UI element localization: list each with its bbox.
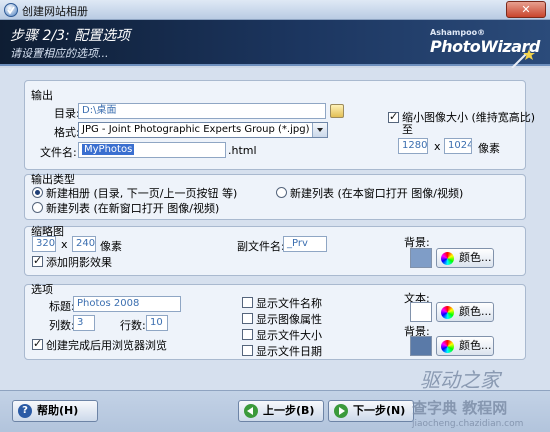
shadow-label: 添加阴影效果 bbox=[46, 256, 112, 269]
show-image-props-label: 显示图像属性 bbox=[256, 313, 322, 326]
radio-new-album[interactable] bbox=[32, 187, 43, 198]
show-image-props-checkbox[interactable] bbox=[242, 313, 253, 324]
shrink-height-input[interactable]: 1024 bbox=[444, 138, 472, 154]
radio-new-album-label: 新建相册 (目录, 下一页/上一页按钮 等) bbox=[46, 187, 238, 200]
thumb-unit-label: 像素 bbox=[100, 240, 122, 253]
options-background-color-button-label: 颜色... bbox=[459, 339, 492, 352]
chevron-down-icon bbox=[312, 123, 327, 137]
options-background-color-button[interactable]: 颜色... bbox=[436, 336, 494, 356]
show-filesize-label: 显示文件大小 bbox=[256, 329, 322, 342]
format-selected-value: JPG - Joint Photographic Experts Group (… bbox=[82, 124, 310, 135]
shrink-image-label: 缩小图像大小 (维持宽高比) bbox=[402, 111, 536, 124]
shrink-width-input[interactable]: 1280 bbox=[398, 138, 428, 154]
suffix-input[interactable]: _Prv bbox=[283, 236, 327, 252]
show-filedate-checkbox[interactable] bbox=[242, 345, 253, 356]
window-title: 创建网站相册 bbox=[22, 5, 88, 18]
wizard-body: 输出 目录: D:\桌面 格式: JPG - Joint Photographi… bbox=[0, 68, 550, 392]
options-background-swatch bbox=[410, 336, 432, 356]
open-browser-checkbox[interactable] bbox=[32, 337, 43, 350]
show-filedate-label: 显示文件日期 bbox=[256, 345, 322, 358]
next-button[interactable]: 下一步(N) bbox=[328, 400, 414, 422]
help-button[interactable]: ? 帮助(H) bbox=[12, 400, 98, 422]
color-wheel-icon bbox=[441, 306, 454, 319]
rows-input[interactable]: 10 bbox=[146, 315, 168, 331]
output-section-label: 输出 bbox=[31, 89, 53, 102]
shrink-times-sign: x bbox=[434, 140, 441, 153]
shadow-checkbox[interactable] bbox=[32, 254, 43, 267]
open-browser-label: 创建完成后用浏览器浏览 bbox=[46, 339, 167, 352]
color-wheel-icon bbox=[441, 340, 454, 353]
watermark-url: jiaocheng.chazidian.com bbox=[412, 419, 524, 429]
filename-label: 文件名: bbox=[40, 146, 77, 159]
show-filesize-checkbox[interactable] bbox=[242, 329, 253, 340]
watermark-site-name: 驱动之家 bbox=[420, 368, 500, 392]
brand-company: Ashampoo® bbox=[430, 28, 486, 37]
show-filename-label: 显示文件名称 bbox=[256, 297, 322, 310]
directory-input[interactable]: D:\桌面 bbox=[78, 103, 326, 119]
help-icon: ? bbox=[18, 404, 32, 418]
watermark-brand: 查字典 教程网 bbox=[412, 399, 508, 417]
filename-extension: .html bbox=[228, 144, 257, 157]
radio-list-new-window[interactable] bbox=[32, 202, 43, 213]
shrink-unit-label: 像素 bbox=[478, 142, 500, 155]
thumb-height-input[interactable]: 240 bbox=[72, 236, 96, 252]
album-title-input[interactable]: Photos 2008 bbox=[73, 296, 181, 312]
filename-input[interactable]: MyPhotos bbox=[78, 142, 226, 158]
title-label: 标题: bbox=[49, 300, 75, 313]
rows-label: 行数: bbox=[120, 319, 146, 332]
next-button-label: 下一步(N) bbox=[353, 404, 406, 417]
next-arrow-icon bbox=[334, 404, 348, 418]
suffix-label: 副文件名: bbox=[237, 240, 285, 253]
radio-list-same-window-label: 新建列表 (在本窗口打开 图像/视频) bbox=[290, 187, 464, 200]
back-button-label: 上一步(B) bbox=[263, 404, 315, 417]
text-color-button-label: 颜色... bbox=[459, 305, 492, 318]
step-title: 步骤 2/3: 配置选项 bbox=[10, 28, 131, 44]
show-filename-checkbox[interactable] bbox=[242, 297, 253, 308]
folder-browse-icon[interactable] bbox=[330, 104, 344, 118]
shrink-image-label-to: 至 bbox=[402, 123, 413, 136]
close-button[interactable]: ✕ bbox=[506, 1, 546, 18]
directory-label: 目录: bbox=[54, 107, 80, 120]
text-color-swatch bbox=[410, 302, 432, 322]
help-button-label: 帮助(H) bbox=[37, 404, 79, 417]
columns-input[interactable]: 3 bbox=[73, 315, 95, 331]
thumb-width-input[interactable]: 320 bbox=[32, 236, 56, 252]
step-subtitle: 请设置相应的选项... bbox=[10, 47, 109, 60]
back-arrow-icon bbox=[244, 404, 258, 418]
app-icon bbox=[4, 3, 18, 17]
thumb-times-sign: x bbox=[61, 238, 68, 251]
magic-wand-icon bbox=[511, 49, 535, 69]
wizard-header: 步骤 2/3: 配置选项 请设置相应的选项... Ashampoo® Photo… bbox=[0, 20, 550, 69]
thumb-background-swatch bbox=[410, 248, 432, 268]
radio-list-same-window[interactable] bbox=[276, 187, 287, 198]
text-color-button[interactable]: 颜色... bbox=[436, 302, 494, 322]
wizard-footer: ? 帮助(H) 上一步(B) 下一步(N) 查字典 教程网 jiaocheng.… bbox=[0, 390, 550, 432]
thumb-color-button-label: 颜色... bbox=[459, 251, 492, 264]
radio-list-new-window-label: 新建列表 (在新窗口打开 图像/视频) bbox=[46, 202, 220, 215]
back-button[interactable]: 上一步(B) bbox=[238, 400, 324, 422]
filename-value: MyPhotos bbox=[82, 144, 135, 155]
format-label: 格式: bbox=[54, 126, 80, 139]
options-section-label: 选项 bbox=[31, 283, 53, 296]
shrink-image-checkbox[interactable] bbox=[388, 110, 399, 123]
color-wheel-icon bbox=[441, 252, 454, 265]
format-select[interactable]: JPG - Joint Photographic Experts Group (… bbox=[78, 122, 328, 138]
columns-label: 列数: bbox=[49, 319, 75, 332]
window-titlebar: 创建网站相册 ✕ bbox=[0, 0, 550, 20]
thumb-color-button[interactable]: 颜色... bbox=[436, 248, 494, 268]
